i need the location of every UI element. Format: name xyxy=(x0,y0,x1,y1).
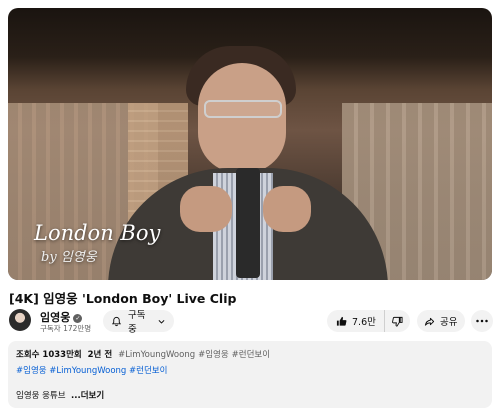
thumbs-up-icon xyxy=(336,316,347,327)
subscribed-button[interactable]: 구독중 xyxy=(103,310,174,335)
description-meta: 조회수 1033만회 2년 전 #LimYoungWoong #임영웅 #런던보… xyxy=(16,348,484,360)
view-count: 조회수 1033만회 xyxy=(16,350,82,360)
upload-age: 2년 전 xyxy=(87,350,113,360)
like-dislike-group: 7.6만 xyxy=(327,310,410,332)
chevron-down-icon xyxy=(157,317,166,326)
hashtag-link[interactable]: #런던보이 xyxy=(232,350,270,360)
hashtag-link[interactable]: #LimYoungWoong xyxy=(118,350,195,360)
hashtag-link[interactable]: #임영웅 xyxy=(16,366,47,376)
share-button[interactable]: 공유 xyxy=(417,310,465,332)
subscriber-count: 구독자 172만명 xyxy=(40,324,92,333)
hashtag-link[interactable]: #LimYoungWoong xyxy=(49,366,126,376)
subscribed-label: 구독중 xyxy=(128,310,146,335)
channel-avatar[interactable] xyxy=(9,309,31,331)
hashtag-link[interactable]: #런던보이 xyxy=(129,366,167,376)
verified-icon: ✓ xyxy=(73,314,83,323)
share-label: 공유 xyxy=(440,317,458,328)
description-preview-row: 임영웅 웅튜브 ...더보기 xyxy=(16,389,484,401)
singer-head xyxy=(198,63,286,173)
description-preview: 임영웅 웅튜브 xyxy=(16,391,66,401)
video-player[interactable]: London Boy by 임영웅 xyxy=(8,8,492,280)
description-hashtags: #임영웅 #LimYoungWoong #런던보이 xyxy=(16,364,484,376)
hashtag-link[interactable]: #임영웅 xyxy=(198,350,229,360)
like-button[interactable]: 7.6만 xyxy=(327,310,385,332)
more-options-button[interactable] xyxy=(471,310,493,332)
description-box[interactable]: 조회수 1033만회 2년 전 #LimYoungWoong #임영웅 #런던보… xyxy=(8,341,492,408)
show-more-button[interactable]: ...더보기 xyxy=(71,391,104,401)
dislike-button[interactable] xyxy=(385,310,410,332)
singer-hand xyxy=(180,186,232,232)
video-title: [4K] 임영웅 'London Boy' Live Clip xyxy=(9,291,237,306)
more-horizontal-icon xyxy=(476,319,488,323)
video-overlay-title: London Boy xyxy=(34,221,161,245)
microphone xyxy=(236,168,260,278)
like-count: 7.6만 xyxy=(352,317,376,328)
singer-hand xyxy=(263,186,311,232)
video-overlay-credit: by 임영웅 xyxy=(41,250,97,265)
thumbs-down-icon xyxy=(392,316,403,327)
share-icon xyxy=(424,316,435,327)
singer-glasses xyxy=(204,100,282,118)
bell-icon xyxy=(111,316,122,327)
